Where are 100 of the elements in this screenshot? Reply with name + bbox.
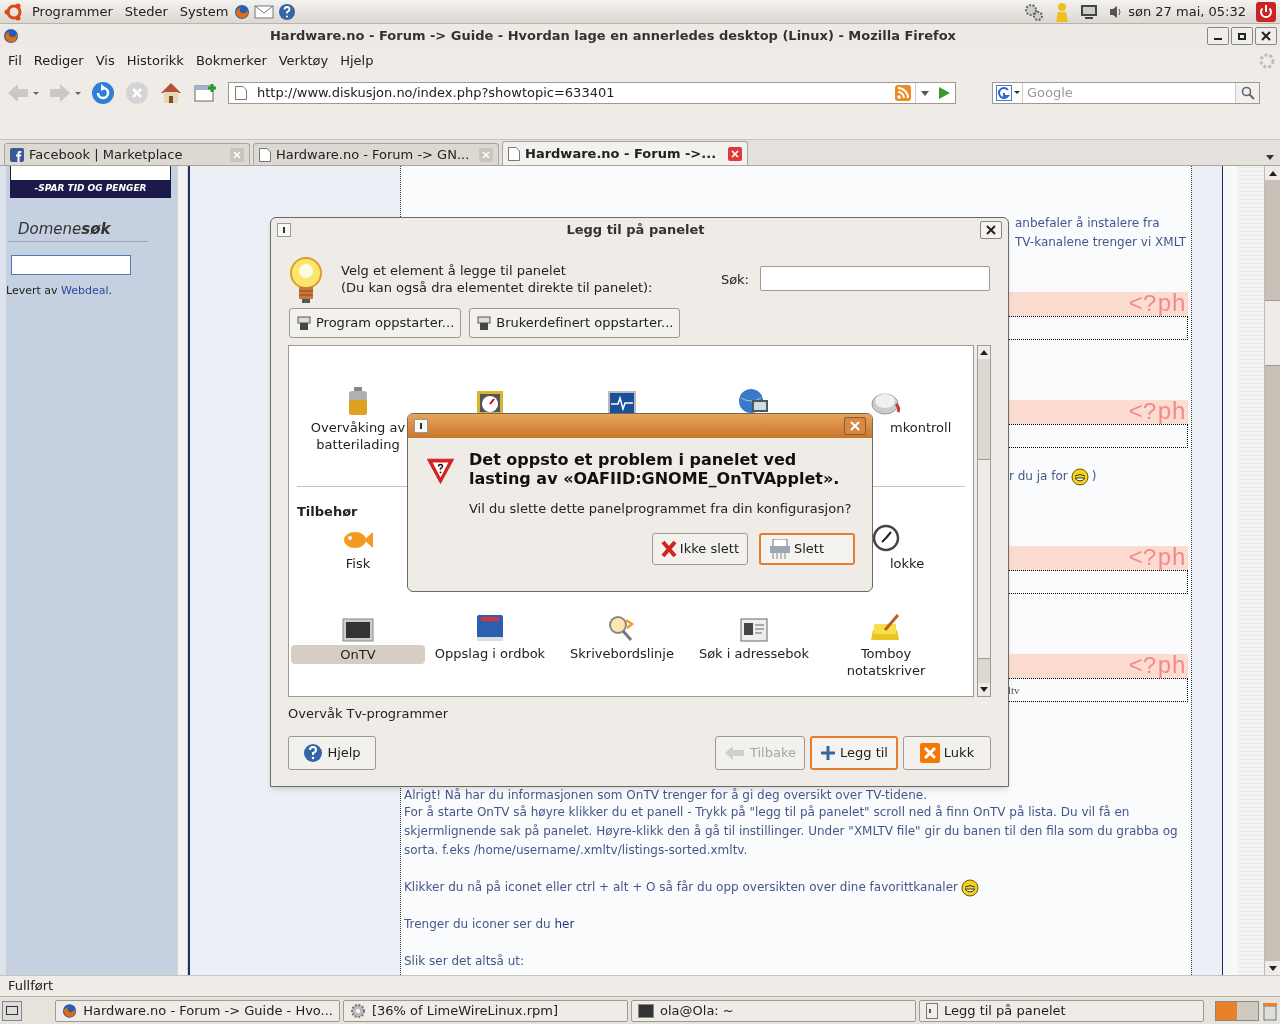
tab-list-button[interactable] [1266,155,1274,160]
taskbar-button[interactable]: Hardware.no - Forum -> Guide - Hvo... [55,999,340,1022]
taskbar-button[interactable]: Legg til på panelet [919,999,1204,1022]
add-button[interactable]: Legg til [810,735,898,770]
throbber-icon [1258,52,1276,70]
instruction-text: (Du kan også dra elementet direkte til panelet): [341,279,653,296]
window-menu-icon[interactable] [277,223,291,237]
post-paragraph: Trenger du iconer ser du her [404,917,575,931]
instruction-text: Velg et element å legge til panelet [341,262,567,279]
maximize-button[interactable] [1231,27,1253,45]
shredder-icon [769,538,791,559]
domain-search-field[interactable] [11,254,131,275]
reload-icon[interactable] [90,80,116,106]
close-button[interactable] [1255,27,1277,45]
gear-icon [350,1002,366,1019]
cancel-button[interactable]: Ikke slett [651,532,748,565]
menu-item[interactable]: Fil [2,51,28,71]
scroll-down-icon[interactable] [980,687,988,692]
post-text: r du ja for [1009,468,1068,485]
help-button[interactable]: Hjelp [288,735,376,770]
url-field[interactable]: http://www.diskusjon.no/index.php?showtopic=633401 [228,82,956,104]
scroll-up-icon[interactable] [980,350,988,355]
delete-button[interactable]: Slett [759,532,855,565]
menu-item[interactable]: Rediger [27,51,90,71]
scroll-down-icon[interactable] [1268,965,1277,971]
gears-icon[interactable] [1024,1,1045,22]
scroll-thumb[interactable] [978,459,990,659]
go-arrow-icon[interactable] [937,86,951,100]
help-icon[interactable] [278,2,297,21]
error-message: Det oppsto et problem i panelet ved lasting av «OAFIID:GNOME_OnTVApplet». [469,450,841,488]
search-icon[interactable] [1240,86,1255,100]
panel-menu[interactable]: Programmer [32,1,113,22]
menu-item[interactable]: Verktøy [272,51,335,71]
launcher-icon [476,315,493,331]
firefox-icon [234,3,251,20]
globe-computer-icon [738,388,770,416]
plus-icon [820,744,836,761]
power-icon[interactable] [1256,1,1276,22]
post-text: anbefaler å instalere fra [1015,215,1161,232]
minimize-icon [1214,38,1222,40]
credit-text: Levert av Webdeal. [6,282,114,299]
scroll-up-icon[interactable] [1268,170,1277,176]
url-text: http://www.diskusjon.no/index.php?showtopic=633401 [257,84,615,103]
monitor-icon[interactable] [1080,3,1099,20]
taskbar-button[interactable]: ola@Ola: ~ [631,999,916,1022]
panel-menu[interactable]: System [179,1,229,22]
webdeal-link[interactable]: Webdeal [61,283,109,297]
clock[interactable]: søn 27 mai, 05:32 [1128,1,1246,22]
ubuntu-logo-icon[interactable] [4,1,24,22]
page-icon [508,146,520,161]
firefox-icon [3,28,19,44]
back-button: Tilbake [714,735,805,770]
back-arrow-icon [723,744,746,761]
window-title: Hardware.no - Forum -> Guide - Hvordan lage en annerledes desktop (Linux) - Mozilla Firefox [269,27,957,46]
maximize-icon [1238,32,1246,40]
browser-tab[interactable]: Hardware.no - Forum -> GN... [253,143,499,165]
applet-item[interactable]: OnTV [291,644,425,664]
browser-tab[interactable]: Facebook | Marketplace [4,143,250,165]
scroll-thumb[interactable] [1265,300,1280,366]
post-paragraph: Slik ser det altså ut: [404,954,525,968]
close-icon [986,225,996,235]
workspace-switcher[interactable] [1215,1000,1259,1021]
her-link[interactable]: her [554,917,575,931]
launcher-button[interactable]: Brukerdefinert oppstarter... [469,308,681,338]
battery-icon [346,386,370,416]
terminal-icon [638,1003,654,1018]
tab-close-button[interactable] [728,146,742,161]
menu-item[interactable]: Bokmerker [189,51,273,71]
search-engine-button[interactable] [993,83,1023,103]
caret-icon [920,90,929,96]
facebook-icon [10,147,24,162]
code-watermark: <?ph [1128,654,1187,678]
banner-text: -SPAR TID OG PENGER [34,182,147,196]
mail-icon[interactable] [254,3,275,20]
post-paragraph: Klikker du nå på iconet eller ctrl + alt + O så får du opp oversikten over dine favorittkanaler [404,880,958,894]
taskbar-button[interactable]: [36% of LimeWireLinux.rpm] [343,999,628,1022]
notepad-pencil-icon [871,611,901,642]
close-icon [850,421,860,431]
firefox-icon [62,1002,78,1019]
lightbulb-icon [289,256,323,304]
close-icon [731,149,739,158]
browser-tab[interactable]: Hardware.no - Forum ->... [502,141,748,165]
minimize-button[interactable] [1207,27,1229,45]
window-menu-icon[interactable] [414,419,428,433]
close-button[interactable] [980,221,1002,239]
show-desktop-button[interactable] [2,1000,22,1021]
menu-item[interactable]: Hjelp [334,51,380,71]
menu-item[interactable]: Historikk [120,51,190,71]
launcher-button[interactable]: Program oppstarter... [289,308,462,338]
menu-item[interactable]: Vis [89,51,121,71]
search-input[interactable]: Google [1027,83,1235,103]
search-field[interactable] [760,266,990,291]
close-button[interactable]: Lukk [903,735,991,770]
search-field[interactable]: Google [992,82,1260,104]
knob-icon [870,390,902,416]
tab-title: Hardware.no - Forum ->... [525,144,718,163]
monitor-pulse-icon [607,390,637,416]
post-paragraph: Alrigt! Nå har du informasjonen som OnTV trenger for å gi deg oversikt over TV-tidene. [404,788,927,802]
panel-menu[interactable]: Steder [124,1,168,22]
tab-title: Hardware.no - Forum -> GN... [276,145,471,164]
